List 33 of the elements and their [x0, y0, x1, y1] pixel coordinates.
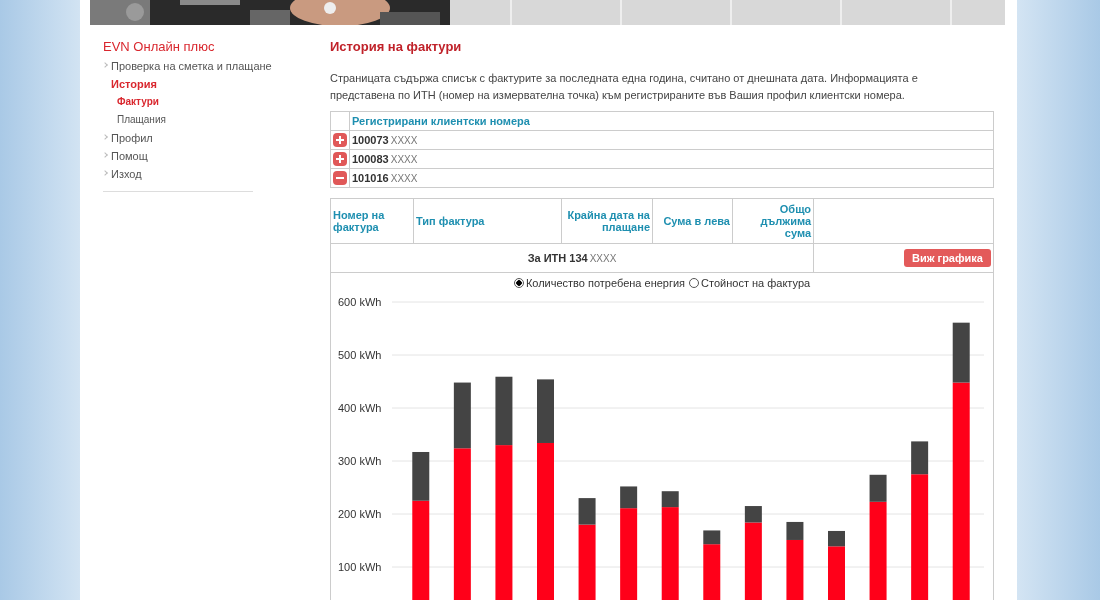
page-title: История на фактури [330, 39, 463, 54]
sidebar-subitem[interactable]: Фактури [103, 93, 278, 111]
collapse-icon[interactable] [333, 171, 347, 186]
axis-tick-label: 200 kWh [338, 508, 382, 520]
column-header: Сума в лева [652, 198, 733, 244]
expand-icon[interactable] [333, 133, 347, 148]
expand-icon[interactable] [333, 152, 347, 167]
table-cell: 101016 XXXX [349, 168, 994, 188]
sidebar-item[interactable]: Профил [103, 129, 278, 147]
intro-text: Страницата съдържа списък с фактурите за последната една година, считано от днешната дата. Информацията е представена по ИТН (номер на измервателна точка) към регистрираните във Вашия профил клиентски номера. [330, 71, 919, 103]
sidebar-item[interactable]: Помощ [103, 147, 278, 165]
radio-option[interactable]: Стойност на фактура [689, 277, 811, 289]
axis-tick-label: 300 kWh [338, 455, 382, 467]
sidebar-subitem[interactable]: Плащания [103, 111, 278, 129]
sidebar-item[interactable]: Проверка на сметка и плащане [103, 57, 278, 75]
axis-tick-label: 600 kWh [338, 296, 382, 308]
radio-button[interactable] [513, 278, 524, 288]
column-header: Тип фактура [413, 198, 562, 244]
column-header: Крайна дата на плащане [561, 198, 653, 244]
column-header: Общо дължима сума [732, 198, 814, 244]
sidebar-item[interactable]: История [103, 75, 278, 93]
column-header: Номер на фактура [330, 198, 414, 244]
axis-tick-label: 500 kWh [338, 349, 382, 361]
sidebar-item[interactable]: Изход [103, 165, 278, 183]
axis-tick-label: 100 kWh [338, 561, 382, 573]
table-cell: 100073 XXXX [349, 130, 994, 150]
view-chart-button[interactable]: Виж графика [904, 249, 991, 267]
table-cell: За ИТН 134 XXXX [330, 243, 814, 273]
sidebar-title: EVN Онлайн плюс [103, 39, 216, 54]
axis-tick-label: 400 kWh [338, 402, 382, 414]
radio-option[interactable]: Количество потребена енергия [513, 277, 686, 289]
table-cell: 100083 XXXX [349, 149, 994, 169]
column-header: Регистрирани клиентски номера [349, 111, 994, 131]
